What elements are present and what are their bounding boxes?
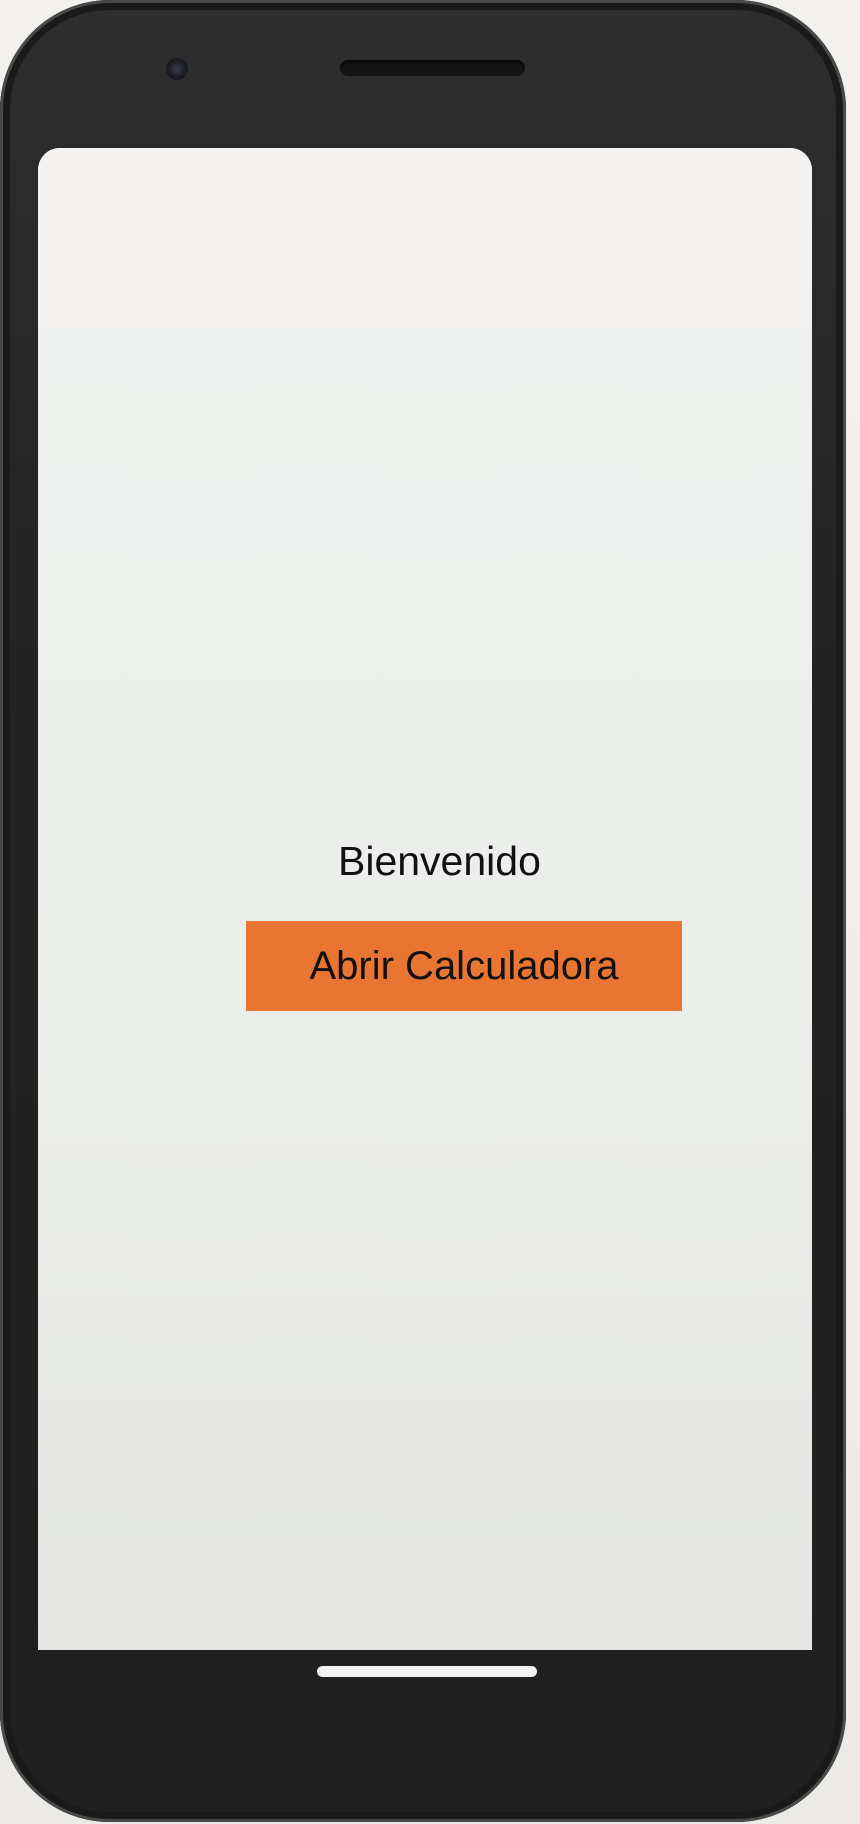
- photo-scene: Bienvenido Abrir Calculadora: [0, 0, 860, 1824]
- open-calculator-button[interactable]: Abrir Calculadora: [246, 921, 682, 1011]
- front-camera-icon: [166, 58, 188, 80]
- app-content: Bienvenido Abrir Calculadora: [38, 328, 812, 1650]
- welcome-label: Bienvenido: [338, 838, 541, 884]
- phone-screen: Bienvenido Abrir Calculadora: [38, 148, 812, 1650]
- earpiece-speaker: [340, 60, 525, 76]
- home-gesture-bar[interactable]: [317, 1666, 537, 1677]
- status-bar: [38, 148, 812, 329]
- phone-device: Bienvenido Abrir Calculadora: [0, 0, 846, 1822]
